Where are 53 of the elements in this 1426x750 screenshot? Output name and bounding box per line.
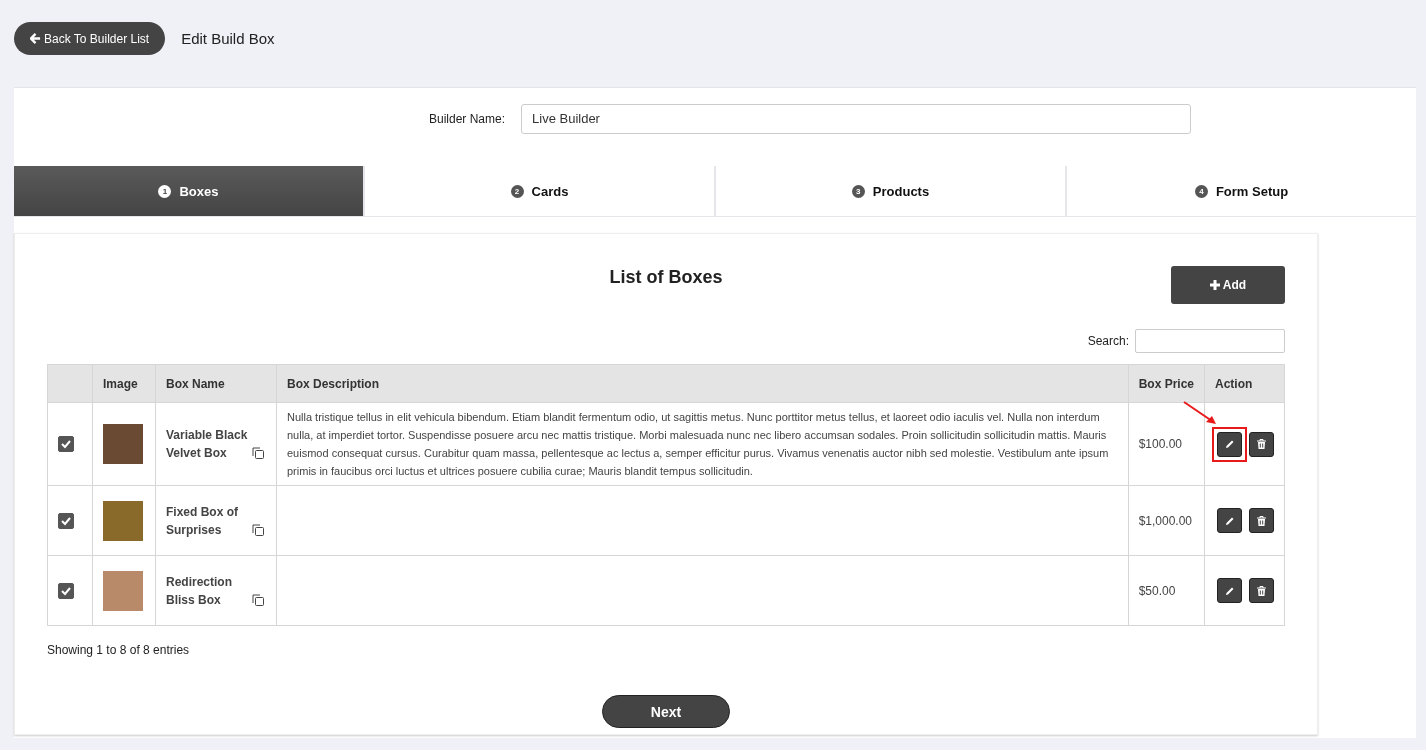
step-tab[interactable]: 1 Boxes bbox=[14, 166, 363, 216]
box-price: $1,000.00 bbox=[1138, 513, 1193, 528]
copy-icon[interactable] bbox=[252, 593, 264, 606]
annotation-arrow bbox=[1182, 399, 1218, 426]
box-name: Redirection Bliss Box bbox=[166, 573, 233, 609]
step-number: 4 bbox=[1194, 184, 1208, 198]
trash-icon bbox=[1257, 439, 1266, 449]
checkbox[interactable] bbox=[58, 512, 74, 529]
box-name: Variable Black Velvet Box bbox=[166, 427, 248, 462]
edit-button[interactable] bbox=[1217, 508, 1242, 533]
step-tab[interactable]: 2 Cards bbox=[363, 166, 714, 216]
copy-icon[interactable] bbox=[252, 447, 264, 459]
plus-icon bbox=[1209, 280, 1220, 290]
photo-placeholder bbox=[103, 424, 143, 464]
box-price: $100.00 bbox=[1138, 437, 1183, 451]
photo-placeholder bbox=[103, 500, 143, 541]
builder-name-label: Builder Name: bbox=[429, 111, 505, 126]
add-button[interactable]: Add bbox=[1171, 266, 1285, 304]
trash-icon bbox=[1257, 515, 1266, 526]
search-label: Search: bbox=[1087, 334, 1129, 348]
box-description: Nulla tristique tellus in elit vehicula bibendum. Etiam blandit fermentum odio, ut sagittis metus. Nunc porttitor metus tellus, et laoreet odio iaculis vel. Nulla non interdum nulla, at imperdiet tortor. Suspendisse posuere arcu nec mattis tristique. Morbi malesuada nunc nec libero accumsan sodales. Proin sollicitudin sollicitudin mattis. Mauris euismod consequat cursus. Curabitur quam massa, pellentesque ac lectus a, semper efficitur purus. Vivamus venenatis auctor nibh sed molestie. Vestibulum ante ipsum primis in faucibus orci luctus et ultrices posuere cubilia curae; Mauris blandit tempus sollicitudin. bbox=[287, 411, 1109, 477]
box-price: $50.00 bbox=[1138, 583, 1176, 598]
box-name: Fixed Box of Surprises bbox=[166, 503, 239, 539]
column-header: Image bbox=[92, 364, 156, 403]
delete-button[interactable] bbox=[1249, 431, 1274, 457]
delete-button[interactable] bbox=[1249, 508, 1274, 533]
list-title: List of Boxes bbox=[609, 267, 723, 288]
back-button[interactable]: Back To Builder List bbox=[14, 22, 166, 55]
arrow-left-icon bbox=[30, 33, 41, 44]
step-tab[interactable]: 3 Products bbox=[714, 166, 1065, 216]
search-field[interactable] bbox=[1135, 329, 1285, 353]
entries-info: Showing 1 to 8 of 8 entries bbox=[47, 643, 191, 657]
pencil-icon bbox=[1224, 585, 1235, 596]
next-button[interactable]: Next bbox=[602, 695, 730, 728]
checkbox[interactable] bbox=[58, 436, 74, 452]
column-header: Box Description bbox=[276, 364, 1129, 403]
copy-icon[interactable] bbox=[252, 523, 264, 536]
step-number: 3 bbox=[851, 184, 865, 198]
delete-button[interactable] bbox=[1249, 578, 1274, 603]
checkbox[interactable] bbox=[58, 582, 74, 599]
step-number: 2 bbox=[510, 184, 524, 198]
column-header: Box Name bbox=[155, 364, 277, 403]
column-header: Box Price bbox=[1128, 364, 1205, 403]
photo-placeholder bbox=[103, 570, 143, 611]
pencil-icon bbox=[1224, 439, 1235, 449]
page-title: Edit Build Box bbox=[181, 30, 275, 47]
trash-icon bbox=[1257, 585, 1266, 596]
step-number: 1 bbox=[158, 184, 172, 198]
column-header: Action bbox=[1204, 364, 1285, 403]
edit-button[interactable] bbox=[1217, 578, 1242, 603]
pencil-icon bbox=[1224, 515, 1235, 526]
builder-name-field[interactable]: Live Builder bbox=[521, 103, 1191, 134]
step-tab[interactable]: 4 Form Setup bbox=[1065, 166, 1416, 216]
